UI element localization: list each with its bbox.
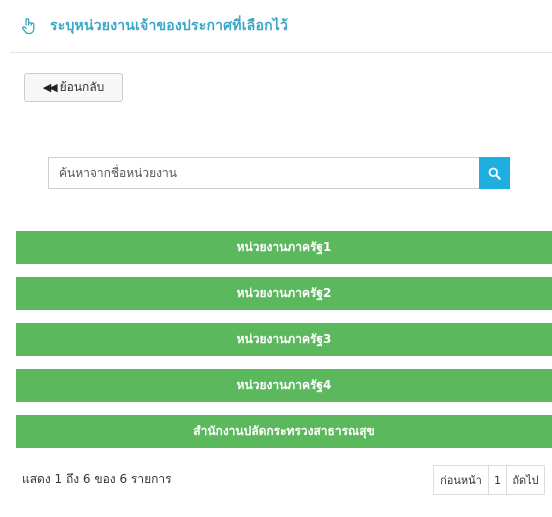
- pagination: ก่อนหน้า 1 ถัดไป: [433, 465, 545, 495]
- back-button-label: ย้อนกลับ: [59, 80, 105, 94]
- department-button[interactable]: หน่วยงานภาครัฐ4: [16, 369, 552, 402]
- search-bar: [48, 157, 510, 189]
- back-button[interactable]: ◀◀ ย้อนกลับ: [24, 73, 123, 102]
- pagination-page-button[interactable]: 1: [488, 465, 507, 495]
- panel-heading: ระบุหน่วยงานเจ้าของประกาศที่เลือกไว้: [10, 0, 552, 53]
- search-icon: [488, 167, 501, 180]
- department-label: หน่วยงานภาครัฐ3: [236, 332, 332, 346]
- department-button[interactable]: สำนักงานปลัดกระทรวงสาธารณสุข: [16, 415, 552, 448]
- department-label: สำนักงานปลัดกระทรวงสาธารณสุข: [193, 424, 375, 438]
- department-button[interactable]: หน่วยงานภาครัฐ1: [16, 231, 552, 264]
- page-title: ระบุหน่วยงานเจ้าของประกาศที่เลือกไว้: [50, 18, 289, 34]
- department-label: หน่วยงานภาครัฐ4: [236, 378, 332, 392]
- pagination-prev-button[interactable]: ก่อนหน้า: [433, 465, 489, 495]
- department-button[interactable]: หน่วยงานภาครัฐ2: [16, 277, 552, 310]
- department-label: หน่วยงานภาครัฐ2: [236, 286, 332, 300]
- department-label: หน่วยงานภาครัฐ1: [236, 240, 332, 254]
- search-input[interactable]: [48, 157, 479, 189]
- pagination-next-button[interactable]: ถัดไป: [506, 465, 545, 495]
- department-button[interactable]: หน่วยงานภาครัฐ3: [16, 323, 552, 356]
- backward-icon: ◀◀: [42, 81, 58, 94]
- search-button[interactable]: [479, 157, 510, 189]
- hand-pointer-icon: [20, 17, 38, 35]
- record-summary: แสดง 1 ถึง 6 ของ 6 รายการ: [22, 472, 172, 486]
